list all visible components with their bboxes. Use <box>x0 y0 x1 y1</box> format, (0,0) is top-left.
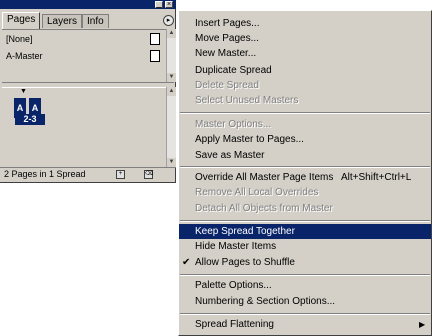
new-page-icon[interactable]: + <box>116 170 125 179</box>
submenu-arrow-icon: ▶ <box>419 320 426 329</box>
palette-menu-button[interactable]: ▸ <box>163 15 174 26</box>
spread-marker-icon: ▼ <box>20 88 27 95</box>
menu-item-insert-pages[interactable]: Insert Pages... <box>179 16 431 31</box>
tab-info[interactable]: Info <box>82 14 109 28</box>
menu-separator <box>180 220 430 222</box>
menu-item-hide-master-items[interactable]: Hide Master Items <box>179 239 431 254</box>
pages-palette: _ × Pages Layers Info ▸ [None] A-Master … <box>0 0 176 183</box>
menu-item-duplicate-spread[interactable]: Duplicate Spread <box>179 63 431 78</box>
menu-item-numbering-section-options[interactable]: Numbering & Section Options... <box>179 294 431 309</box>
minimize-button[interactable]: _ <box>155 1 163 8</box>
close-icon: × <box>166 1 172 8</box>
masters-list: [None] A-Master <box>2 29 166 82</box>
status-text: 2 Pages in 1 Spread <box>4 169 86 179</box>
spread-label: 2-3 <box>15 114 45 125</box>
menu-item-detach-objects[interactable]: Detach All Objects from Master <box>179 201 431 216</box>
masters-scrollbar[interactable]: ▲ ▼ <box>166 29 176 82</box>
menu-item-spread-flattening[interactable]: Spread Flattening ▶ <box>179 317 431 332</box>
tab-layers[interactable]: Layers <box>42 14 83 28</box>
menu-item-remove-local-overrides[interactable]: Remove All Local Overrides <box>179 185 431 200</box>
tab-pages[interactable]: Pages <box>2 12 41 29</box>
menu-item-override-master-items[interactable]: Override All Master Page Items Alt+Shift+… <box>179 170 431 185</box>
master-none[interactable]: [None] <box>6 32 33 46</box>
menu-separator <box>180 112 430 114</box>
close-button[interactable]: × <box>165 1 173 8</box>
scroll-down-icon[interactable]: ▼ <box>167 158 176 167</box>
menu-separator <box>180 166 430 168</box>
master-none-thumbnail[interactable] <box>150 33 160 45</box>
shortcut-text: Alt+Shift+Ctrl+L <box>341 172 412 183</box>
minimize-icon: _ <box>157 1 161 8</box>
menu-item-apply-master[interactable]: Apply Master to Pages... <box>179 132 431 147</box>
menu-separator <box>180 274 430 276</box>
menu-item-palette-options[interactable]: Palette Options... <box>179 278 431 293</box>
pages-scrollbar[interactable]: ▲ ▼ <box>166 87 176 167</box>
menu-item-delete-spread[interactable]: Delete Spread <box>179 78 431 93</box>
scroll-up-icon[interactable]: ▲ <box>167 29 176 38</box>
checkmark-icon: ✔ <box>182 257 191 268</box>
master-a[interactable]: A-Master <box>6 49 43 63</box>
menu-item-save-as-master[interactable]: Save as Master <box>179 148 431 163</box>
palette-flyout-menu: Insert Pages... Move Pages... New Master… <box>178 10 432 336</box>
menu-item-move-pages[interactable]: Move Pages... <box>179 31 431 46</box>
scroll-up-icon[interactable]: ▲ <box>167 87 176 96</box>
menu-item-select-unused-masters[interactable]: Select Unused Masters <box>179 93 431 108</box>
menu-item-master-options[interactable]: Master Options... <box>179 117 431 132</box>
menu-separator <box>180 313 430 315</box>
menu-item-keep-spread-together[interactable]: Keep Spread Together <box>179 224 431 239</box>
status-bar: 2 Pages in 1 Spread + ⌫ <box>0 167 176 182</box>
palette-tabs: Pages Layers Info <box>2 12 174 29</box>
delete-page-icon[interactable]: ⌫ <box>144 170 153 179</box>
pages-area: ▼ A A 2-3 <box>2 87 166 167</box>
menu-item-allow-pages-to-shuffle[interactable]: ✔ Allow Pages to Shuffle <box>179 255 431 270</box>
master-a-thumbnail[interactable] <box>150 50 160 62</box>
scroll-down-icon[interactable]: ▼ <box>167 73 176 82</box>
flyout-arrow-icon: ▸ <box>166 17 171 24</box>
palette-titlebar[interactable]: _ × <box>0 0 176 9</box>
menu-item-new-master[interactable]: New Master... <box>179 46 431 61</box>
